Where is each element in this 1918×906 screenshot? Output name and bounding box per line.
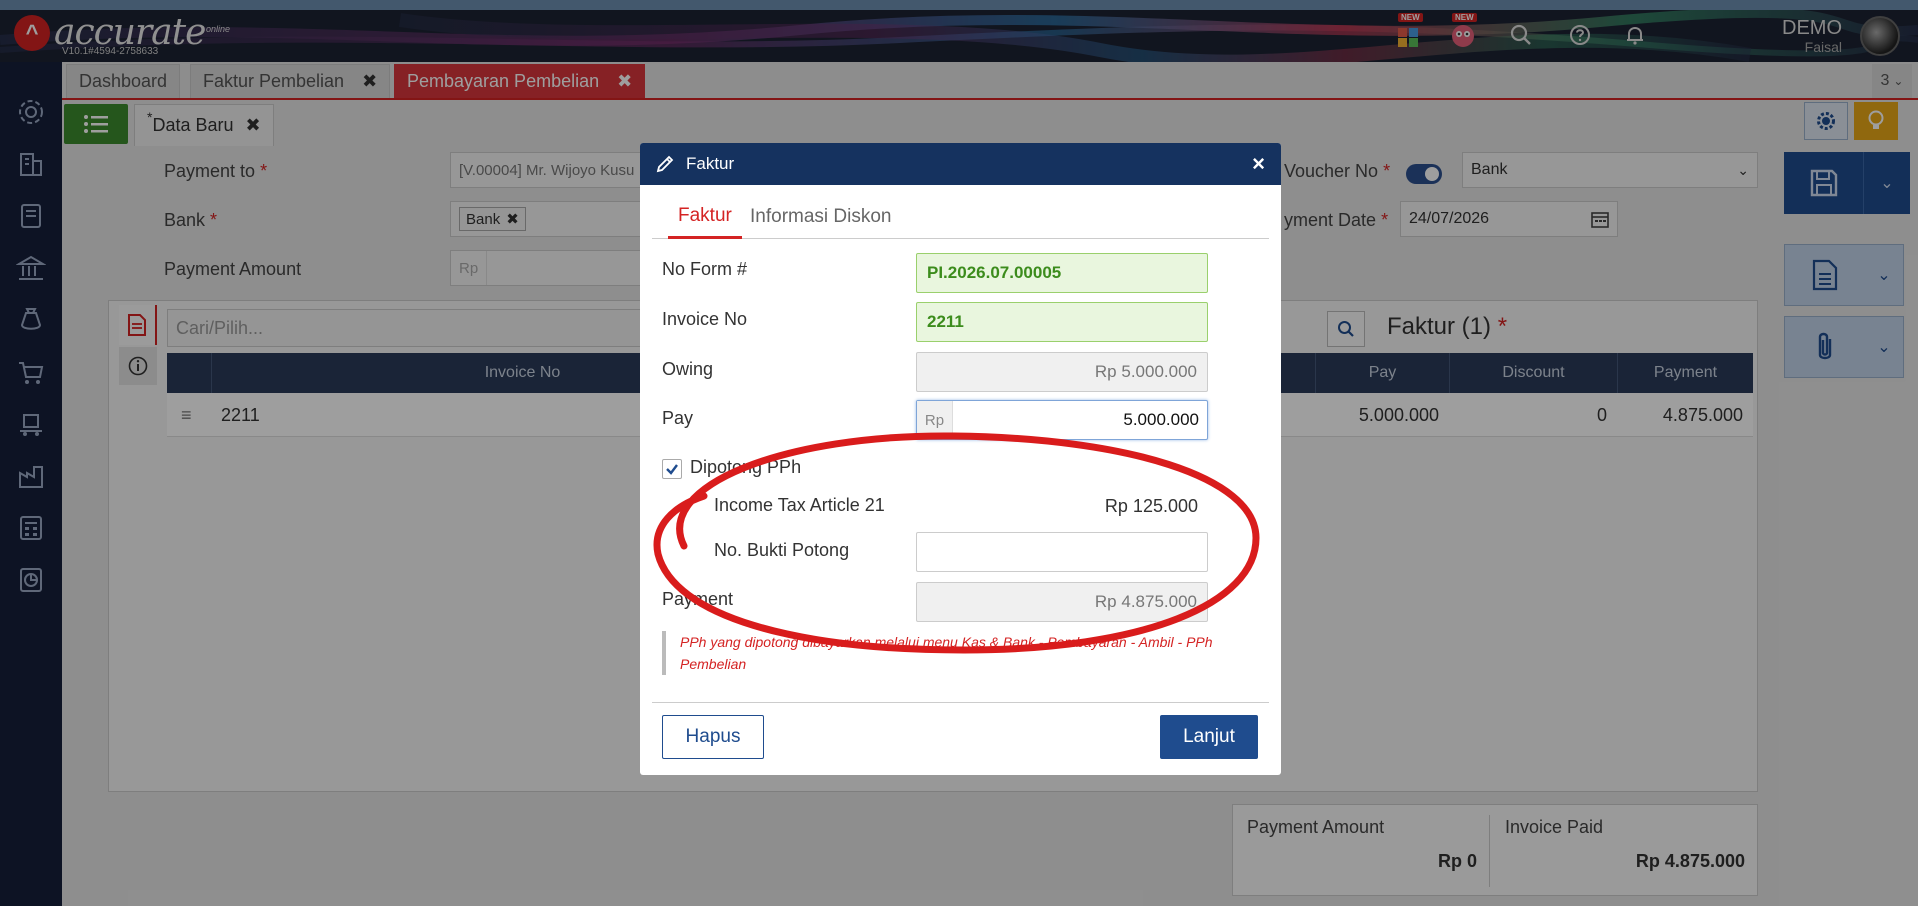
income-tax-value: Rp 125.000	[1104, 496, 1198, 516]
invoice-no-value: 2211	[927, 312, 964, 331]
invoice-no-field[interactable]: 2211	[916, 302, 1208, 342]
lanjut-button[interactable]: Lanjut	[1160, 715, 1258, 759]
tab-informasi-diskon[interactable]: Informasi Diskon	[740, 195, 902, 239]
owing-value: Rp 5.000.000	[1094, 362, 1197, 381]
pay-label: Pay	[662, 408, 694, 428]
income-tax-label: Income Tax Article 21	[714, 495, 885, 515]
faktur-modal: Faktur × Faktur Informasi Diskon No Form…	[640, 143, 1281, 775]
payment-value: Rp 4.875.000	[1094, 592, 1197, 611]
currency-prefix: Rp	[917, 401, 953, 439]
invoice-no-label: Invoice No	[662, 309, 748, 329]
bukti-potong-input[interactable]	[916, 532, 1208, 572]
modal-tabs: Faktur Informasi Diskon	[652, 195, 1269, 239]
tab-faktur[interactable]: Faktur	[668, 195, 742, 239]
no-form-label: No Form #	[662, 259, 748, 279]
checkmark-icon	[666, 464, 678, 475]
hapus-button[interactable]: Hapus	[662, 715, 764, 759]
close-icon[interactable]: ×	[1252, 151, 1265, 177]
modal-footer-divider	[652, 702, 1269, 703]
pph-info-note: PPh yang dipotong dibayarkan melalui men…	[662, 631, 1262, 675]
payment-label: Payment	[662, 589, 734, 609]
pay-input[interactable]: Rp 5.000.000	[916, 400, 1208, 440]
no-form-value: PI.2026.07.00005	[927, 263, 1062, 282]
pay-value: 5.000.000	[1123, 410, 1199, 429]
bukti-potong-label: No. Bukti Potong	[714, 540, 850, 560]
dipotong-pph-label: Dipotong PPh	[690, 457, 802, 477]
owing-field: Rp 5.000.000	[916, 352, 1208, 392]
modal-header: Faktur	[640, 143, 1281, 185]
dipotong-pph-checkbox[interactable]	[662, 459, 682, 479]
pencil-icon	[656, 155, 674, 173]
no-form-field[interactable]: PI.2026.07.00005	[916, 253, 1208, 293]
modal-title: Faktur	[686, 154, 735, 173]
payment-field: Rp 4.875.000	[916, 582, 1208, 622]
owing-label: Owing	[662, 359, 714, 379]
